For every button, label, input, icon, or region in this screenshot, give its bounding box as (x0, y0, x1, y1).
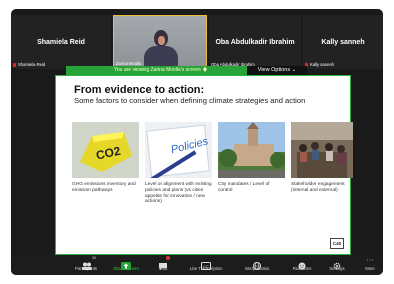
slide-card: CO2 GHG emissions inventory and emission… (72, 122, 139, 194)
city-hall-image (218, 122, 285, 178)
participants-button[interactable]: 30 Participants (67, 255, 105, 275)
participants-icon: 30 (81, 256, 96, 270)
more-button[interactable]: ··· More (359, 255, 381, 275)
participant-name: Oba Abdulkadir Ibrahim (215, 39, 295, 46)
participant-tile-video[interactable]: Zarina Moolla (113, 15, 207, 70)
card-caption: Level or alignment with existing policie… (145, 182, 212, 205)
unread-badge (166, 256, 170, 260)
participant-tile[interactable]: Oba Abdulkadir Ibrahim Oba Abdulkadir Ib… (209, 15, 301, 69)
cc-icon: CC (201, 257, 211, 270)
slide-card: City mandates / Level of control (218, 122, 285, 194)
svg-text:CC: CC (203, 264, 209, 269)
participant-name: Kally sanneh (321, 39, 365, 46)
globe-icon (252, 257, 262, 270)
slide-card: Policies Level or alignment with existin… (145, 122, 212, 205)
share-screen-button[interactable]: Share Screen (109, 255, 143, 275)
policies-image: Policies (145, 122, 212, 178)
live-transcription-button[interactable]: CC Live Transcription (183, 255, 229, 275)
slide-card: Stakeholder engagement (internal and ext… (291, 122, 353, 194)
card-caption: City mandates / Level of control (218, 182, 270, 193)
meeting-toolbar: 30 Participants Share Screen Chat CC Liv… (11, 255, 383, 275)
smiley-icon (297, 257, 307, 270)
share-screen-icon (121, 257, 131, 270)
slide-subtitle: Some factors to consider when defining c… (74, 96, 306, 105)
c40-logo: C40 (330, 238, 344, 249)
pin-icon (203, 67, 208, 73)
shared-slide: From evidence to action: Some factors to… (55, 75, 353, 255)
settings-button[interactable]: Settings (323, 255, 351, 275)
card-caption: Stakeholder engagement (internal and ext… (291, 182, 345, 193)
stakeholder-meeting-image (291, 122, 353, 178)
participant-name: Shamiela Reid (37, 39, 85, 46)
chat-button[interactable]: Chat (151, 255, 175, 275)
participant-label: Shamiela Reid (13, 62, 45, 67)
participant-strip: Shamiela Reid Shamiela Reid Zarina Mooll… (11, 15, 383, 70)
participant-tile[interactable]: Kally sanneh Kally sanneh (303, 15, 383, 69)
view-options-button[interactable]: View Options ⌄ (247, 66, 307, 75)
chat-icon (158, 256, 170, 270)
participant-label: Kally sanneh (305, 62, 334, 67)
more-dots-icon: ··· (366, 257, 374, 264)
reactions-button[interactable]: Reactions (287, 255, 317, 275)
slide-title: From evidence to action: (74, 84, 205, 96)
interpretation-button[interactable]: Interpretation (237, 255, 277, 275)
zoom-meeting-window: Shamiela Reid Shamiela Reid Zarina Mooll… (11, 9, 383, 275)
card-caption: GHG emissions inventory and emission pat… (72, 182, 136, 193)
participant-tile[interactable]: Shamiela Reid Shamiela Reid (11, 15, 111, 69)
mic-muted-icon (13, 62, 16, 67)
gear-icon (332, 257, 342, 270)
co2-image: CO2 (72, 122, 139, 178)
